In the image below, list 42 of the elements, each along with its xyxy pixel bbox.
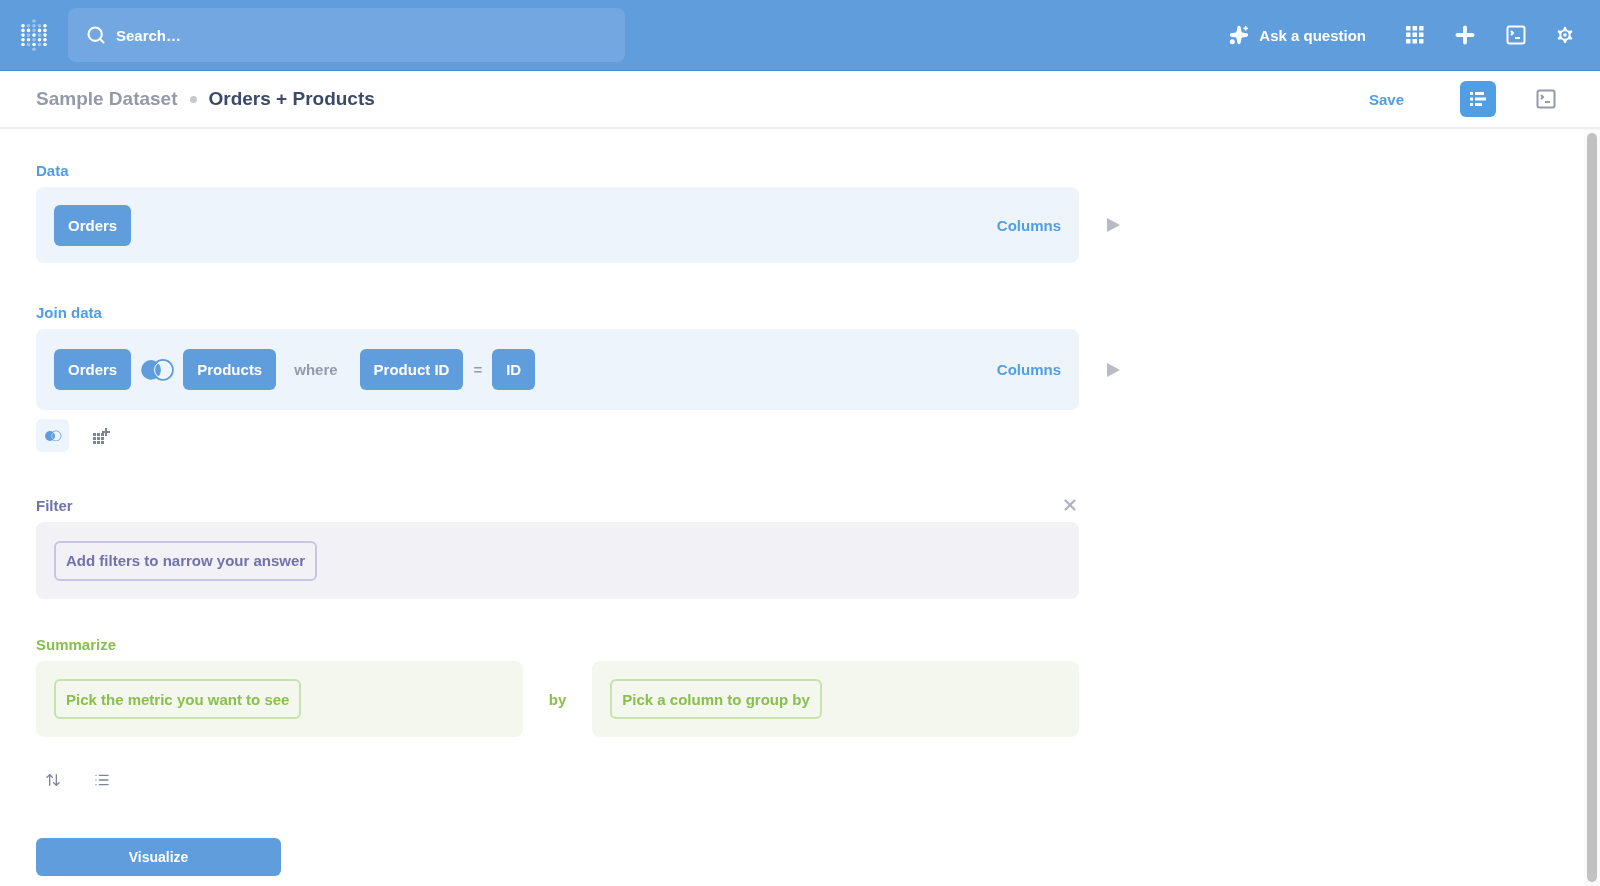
step-title: Data (36, 161, 69, 179)
search-icon (86, 25, 106, 45)
pick-metric-button[interactable]: Pick the metric you want to see (54, 679, 302, 719)
columns-link[interactable]: Columns (996, 216, 1061, 234)
by-label: by (548, 690, 567, 708)
field-chip[interactable]: Product ID (359, 349, 464, 390)
step-title: Summarize (36, 635, 117, 653)
apps-icon[interactable] (1406, 26, 1424, 44)
table-chip[interactable]: Orders (54, 204, 132, 246)
table-chip[interactable]: Products (183, 349, 277, 390)
join-type-icon (139, 357, 176, 382)
breadcrumb-item: Orders + Products (208, 88, 375, 110)
breadcrumb-item[interactable]: Sample Dataset (36, 88, 178, 110)
terminal-icon[interactable] (1506, 25, 1526, 45)
scrollbar-thumb[interactable] (1587, 133, 1597, 882)
logo-icon[interactable] (20, 18, 48, 52)
terminal-icon (1536, 89, 1556, 109)
search-field[interactable]: Search… (68, 8, 625, 62)
step-title: Join data (36, 303, 102, 321)
field-chip[interactable]: ID (492, 349, 536, 390)
visualize-button[interactable]: Visualize (36, 838, 281, 876)
pick-column-button[interactable]: Pick a column to group by (610, 679, 822, 719)
columns-link[interactable]: Columns (996, 361, 1061, 378)
save-button[interactable]: Save (1368, 90, 1404, 108)
table-chip[interactable]: Orders (54, 349, 132, 390)
operator-label: = (473, 361, 483, 378)
notebook-icon (1470, 92, 1486, 106)
step-title: Filter (36, 496, 73, 514)
settings-icon[interactable] (1554, 24, 1576, 46)
sort-icon (44, 771, 61, 788)
sparkle-icon (1229, 25, 1250, 45)
join-button[interactable] (36, 419, 69, 452)
add-filter-button[interactable]: Add filters to narrow your answer (54, 540, 318, 581)
run-step-icon[interactable] (1105, 361, 1121, 378)
ask-question-button[interactable]: Ask a question (1225, 21, 1370, 49)
where-label: where (294, 361, 338, 378)
close-icon[interactable] (1061, 496, 1079, 514)
run-step-icon[interactable] (1105, 217, 1121, 233)
notebook-view-button[interactable] (1460, 81, 1496, 117)
breadcrumb-separator (189, 95, 197, 103)
venn-icon (43, 429, 62, 442)
grid-plus-icon (92, 427, 111, 444)
